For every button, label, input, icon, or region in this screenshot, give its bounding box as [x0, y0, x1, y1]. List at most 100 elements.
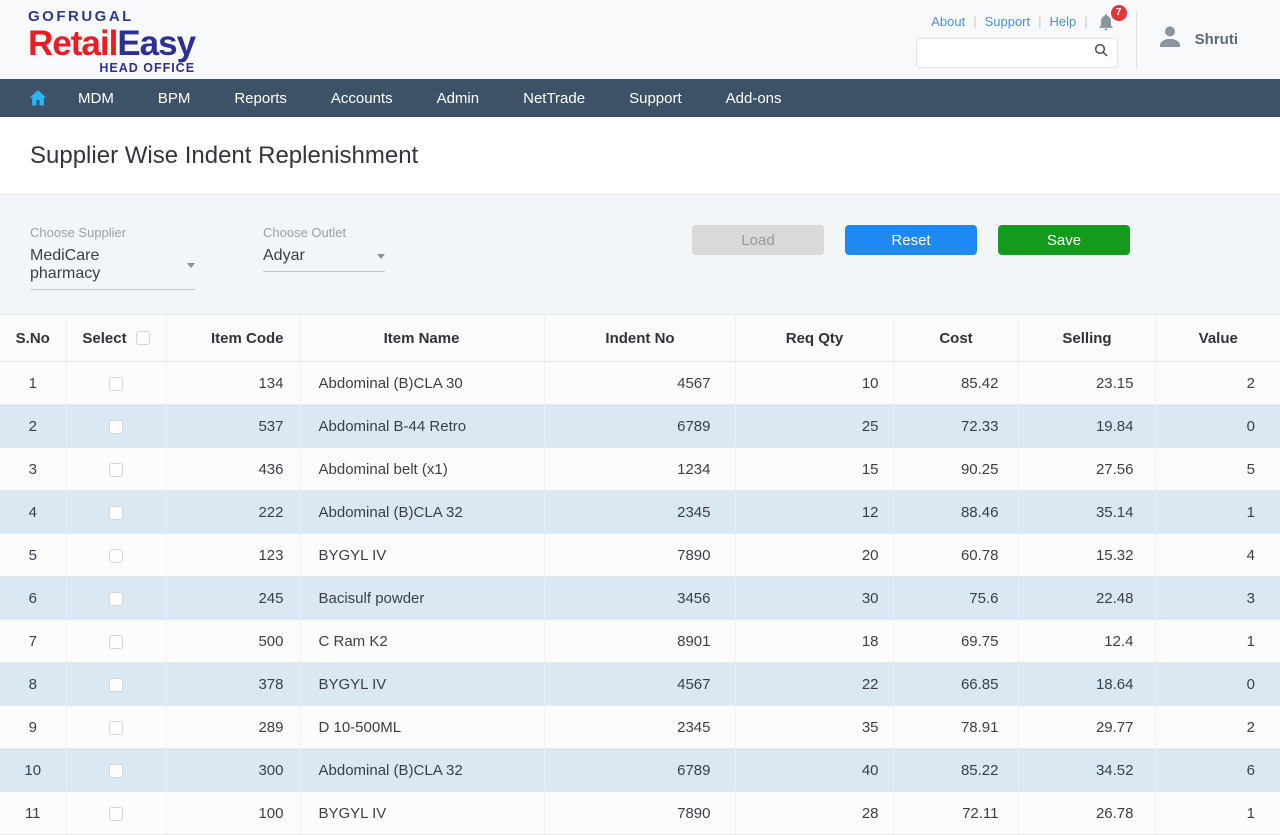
- row-checkbox[interactable]: [109, 377, 123, 391]
- supplier-select[interactable]: MediCare pharmacy: [30, 247, 195, 290]
- cell-req_qty: 10: [735, 362, 893, 405]
- cell-cost: 75.6: [893, 577, 1018, 620]
- nav-item-admin[interactable]: Admin: [415, 79, 502, 117]
- cell-value: 3: [1155, 577, 1280, 620]
- main-nav: MDM BPM Reports Accounts Admin NetTrade …: [0, 79, 1280, 117]
- cell-selling: 15.32: [1018, 534, 1155, 577]
- row-checkbox[interactable]: [109, 506, 123, 520]
- cell-item_name: BYGYL IV: [300, 534, 544, 577]
- cell-item_name: Abdominal belt (x1): [300, 448, 544, 491]
- support-link[interactable]: Support: [985, 14, 1031, 29]
- cell-item_name: Bacisulf powder: [300, 577, 544, 620]
- cell-req_qty: 40: [735, 749, 893, 792]
- cell-selling: 18.64: [1018, 663, 1155, 706]
- cell-sno: 9: [0, 706, 66, 749]
- app-logo: GOFRUGAL RetailEasy HEAD OFFICE: [28, 5, 195, 75]
- about-link[interactable]: About: [931, 14, 965, 29]
- select-all-checkbox[interactable]: [136, 331, 150, 345]
- cell-sno: 11: [0, 792, 66, 835]
- header-divider: [1136, 11, 1137, 69]
- logo-subtitle: HEAD OFFICE: [28, 62, 195, 75]
- row-checkbox[interactable]: [109, 764, 123, 778]
- cell-indent_no: 6789: [544, 749, 735, 792]
- outlet-select[interactable]: Adyar: [263, 247, 385, 272]
- row-select-cell: [66, 792, 166, 835]
- row-select-cell: [66, 706, 166, 749]
- header-links: About| Support| Help| 7: [931, 12, 1117, 32]
- cell-item_code: 300: [166, 749, 300, 792]
- col-header-select: Select: [66, 315, 166, 362]
- cell-req_qty: 28: [735, 792, 893, 835]
- notifications-bell-icon[interactable]: 7: [1096, 12, 1118, 32]
- row-checkbox[interactable]: [109, 549, 123, 563]
- nav-item-accounts[interactable]: Accounts: [309, 79, 415, 117]
- nav-item-mdm[interactable]: MDM: [56, 79, 136, 117]
- load-button[interactable]: Load: [692, 225, 824, 255]
- link-separator: |: [1084, 14, 1087, 29]
- table-body: 1134Abdominal (B)CLA 3045671085.4223.152…: [0, 362, 1280, 835]
- row-select-cell: [66, 405, 166, 448]
- cell-value: 1: [1155, 491, 1280, 534]
- cell-item_name: Abdominal (B)CLA 30: [300, 362, 544, 405]
- link-separator: |: [1038, 14, 1041, 29]
- filter-row: Choose Supplier MediCare pharmacy Choose…: [0, 195, 1280, 290]
- reset-button[interactable]: Reset: [845, 225, 977, 255]
- row-checkbox[interactable]: [109, 807, 123, 821]
- cell-indent_no: 7890: [544, 792, 735, 835]
- search-icon[interactable]: [1093, 42, 1109, 63]
- row-checkbox[interactable]: [109, 678, 123, 692]
- row-select-cell: [66, 362, 166, 405]
- nav-item-reports[interactable]: Reports: [212, 79, 309, 117]
- row-checkbox[interactable]: [109, 635, 123, 649]
- cell-value: 0: [1155, 405, 1280, 448]
- cell-item_name: D 10-500ML: [300, 706, 544, 749]
- cell-sno: 6: [0, 577, 66, 620]
- logo-product-text: RetailEasy: [28, 26, 195, 61]
- home-icon[interactable]: [20, 88, 56, 108]
- table-row: 5123BYGYL IV78902060.7815.324: [0, 534, 1280, 577]
- chevron-down-icon: [377, 254, 385, 259]
- cell-selling: 35.14: [1018, 491, 1155, 534]
- row-checkbox[interactable]: [109, 463, 123, 477]
- row-checkbox[interactable]: [109, 592, 123, 606]
- cell-indent_no: 6789: [544, 405, 735, 448]
- cell-item_code: 378: [166, 663, 300, 706]
- nav-item-bpm[interactable]: BPM: [136, 79, 213, 117]
- save-button[interactable]: Save: [998, 225, 1130, 255]
- cell-value: 5: [1155, 448, 1280, 491]
- cell-cost: 85.22: [893, 749, 1018, 792]
- cell-sno: 7: [0, 620, 66, 663]
- nav-item-support[interactable]: Support: [607, 79, 704, 117]
- table-row: 9289D 10-500ML23453578.9129.772: [0, 706, 1280, 749]
- cell-value: 4: [1155, 534, 1280, 577]
- row-select-cell: [66, 448, 166, 491]
- table-row: 3436Abdominal belt (x1)12341590.2527.565: [0, 448, 1280, 491]
- cell-item_code: 123: [166, 534, 300, 577]
- notification-count-badge: 7: [1111, 5, 1127, 21]
- user-menu[interactable]: Shruti: [1155, 22, 1252, 57]
- help-link[interactable]: Help: [1050, 14, 1077, 29]
- table-row: 2537Abdominal B-44 Retro67892572.3319.84…: [0, 405, 1280, 448]
- app-header: GOFRUGAL RetailEasy HEAD OFFICE About | S…: [0, 0, 1280, 79]
- nav-item-addons[interactable]: Add-ons: [704, 79, 804, 117]
- cell-cost: 78.91: [893, 706, 1018, 749]
- cell-selling: 27.56: [1018, 448, 1155, 491]
- table-header-row: S.No Select Item Code Item Name Indent N…: [0, 315, 1280, 362]
- cell-cost: 66.85: [893, 663, 1018, 706]
- outlet-value: Adyar: [263, 247, 305, 265]
- row-checkbox[interactable]: [109, 420, 123, 434]
- cell-value: 2: [1155, 362, 1280, 405]
- cell-item_name: Abdominal (B)CLA 32: [300, 491, 544, 534]
- cell-cost: 72.33: [893, 405, 1018, 448]
- cell-value: 1: [1155, 620, 1280, 663]
- row-checkbox[interactable]: [109, 721, 123, 735]
- cell-sno: 3: [0, 448, 66, 491]
- search-input[interactable]: [927, 44, 1093, 61]
- nav-item-nettrade[interactable]: NetTrade: [501, 79, 607, 117]
- cell-sno: 2: [0, 405, 66, 448]
- cell-indent_no: 4567: [544, 663, 735, 706]
- cell-req_qty: 18: [735, 620, 893, 663]
- row-select-cell: [66, 663, 166, 706]
- cell-selling: 34.52: [1018, 749, 1155, 792]
- cell-sno: 5: [0, 534, 66, 577]
